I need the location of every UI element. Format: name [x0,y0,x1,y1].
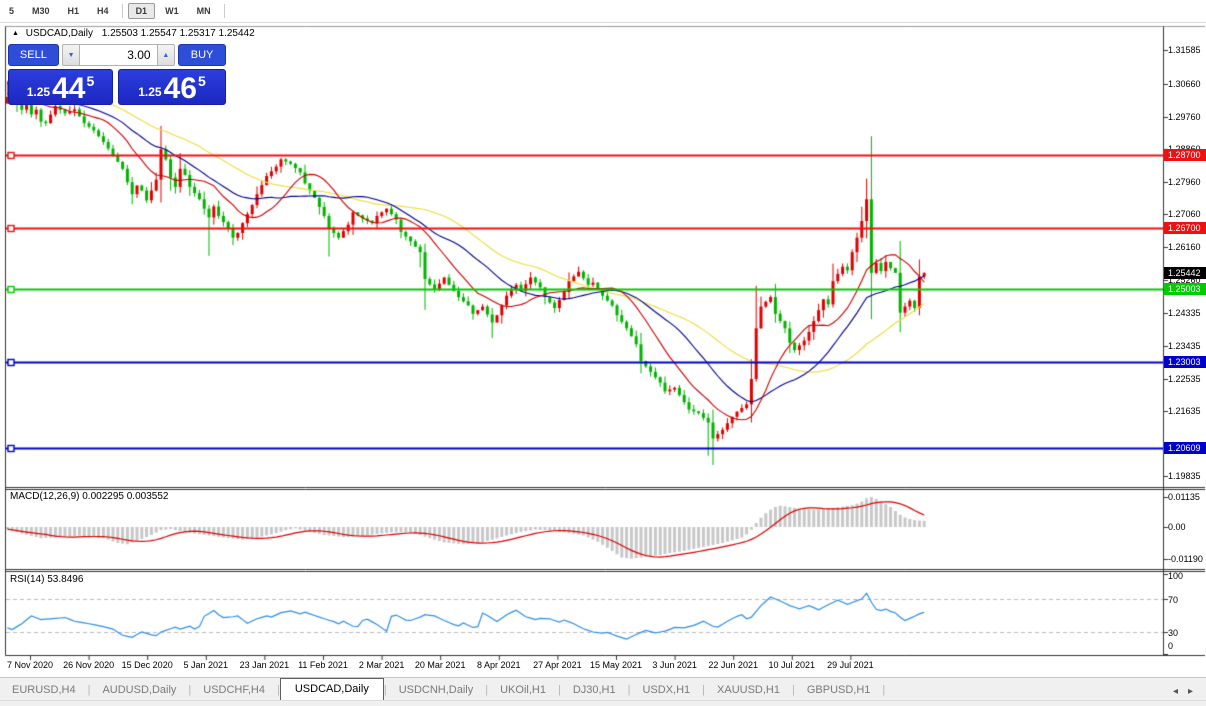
price-axis-tick: 0.00 [1168,522,1186,532]
chart-tab-xauusd[interactable]: XAUUSD,H1 [705,680,792,701]
sell-price-pips: 44 [52,72,86,105]
status-bar [0,700,1206,706]
price-axis-tick: -0.01190 [1168,553,1203,564]
chart-tab-eurusd[interactable]: EURUSD,H4 [0,680,88,701]
timeframe-button-mn[interactable]: MN [189,3,219,19]
chart-symbol-label: USDCAD,Daily [25,28,93,39]
buy-price-point: 5 [197,73,206,89]
sell-price-base: 1.25 [26,85,51,99]
trade-panel-controls: SELL ▼ 3.00 ▲ BUY [8,44,226,66]
price-line-label: 1.20609 [1164,442,1206,455]
tab-scroll-left-icon[interactable]: ◂ [1168,686,1183,697]
rsi-indicator-label: RSI(14) 53.8496 [10,574,84,585]
date-axis-label: 22 Jun 2021 [708,660,758,670]
price-axis-tick: 1.22535 [1168,373,1201,384]
price-axis-tick: 70 [1168,595,1179,605]
price-axis-tick: 1.24335 [1168,308,1201,319]
timeframe-button-m30[interactable]: M30 [24,3,58,19]
timeframe-button-d1[interactable]: D1 [127,3,156,19]
price-line-label: 1.23003 [1164,355,1206,368]
chevron-down-icon: ▼ [67,51,75,59]
volume-increase-button[interactable]: ▲ [156,44,176,66]
date-axis-label: 2 Mar 2021 [358,660,405,670]
one-click-trade-panel: SELL ▼ 3.00 ▲ BUY 1.25 44 5 1.25 46 5 [8,44,226,105]
chevron-up-icon: ▲ [162,51,170,59]
price-line-label: 1.26700 [1164,221,1206,234]
price-line-label: 1.28700 [1164,149,1206,162]
price-axis-tick: 0 [1168,641,1174,651]
toolbar-separator [223,4,225,18]
timeframe-toolbar: 5 M30 H1 H4 D1 W1 MN [0,0,1206,23]
price-axis-tick: 1.21635 [1168,406,1201,417]
price-axis-tick: 1.27960 [1168,176,1201,187]
buy-button[interactable]: BUY [178,44,226,66]
date-axis-label: 15 Dec 2020 [121,660,173,670]
price-axis[interactable]: 1.315851.306601.297601.288601.279601.270… [1164,26,1206,656]
collapse-triangle-icon[interactable]: ▲ [12,30,19,37]
price-axis-tick: 1.19835 [1168,471,1201,482]
buy-price-base: 1.25 [138,85,162,99]
macd-indicator-label: MACD(12,26,9) 0.002295 0.003552 [10,491,169,502]
tab-separator: | [882,684,886,696]
date-axis-label: 10 Jul 2021 [768,660,816,670]
price-axis-tick: 1.29760 [1168,111,1201,122]
price-axis-tick: 30 [1168,628,1179,638]
chart-tab-usdcnh[interactable]: USDCNH,Daily [387,680,486,701]
timeframe-button-w1[interactable]: W1 [157,3,187,19]
date-axis-label: 27 Apr 2021 [533,660,582,670]
trading-platform-window: 5 M30 H1 H4 D1 W1 MN ▲ USDCAD,Daily 1.25503 1.… [0,0,1206,706]
date-axis-label: 26 Nov 2020 [63,660,115,670]
price-axis-tick: 0.01135 [1168,491,1200,502]
chart-tab-dj30[interactable]: DJ30,H1 [561,680,628,701]
chart-tab-usdchf[interactable]: USDCHF,H4 [191,680,277,701]
date-axis-label: 8 Apr 2021 [477,660,521,670]
trade-panel-quotes: 1.25 44 5 1.25 46 5 [8,69,226,105]
date-axis-label: 11 Feb 2021 [298,660,348,670]
chart-tab-usdx[interactable]: USDX,H1 [630,680,702,701]
chart-ohlc-values: 1.25503 1.25547 1.25317 1.25442 [101,28,255,39]
buy-price-pips: 46 [163,72,197,105]
chart-canvas[interactable] [0,0,1206,706]
timeframe-button-5[interactable]: 5 [1,3,22,19]
price-line-label: 1.25003 [1164,283,1206,296]
date-axis-label: 29 Jul 2021 [827,660,874,670]
chart-tab-bar: EURUSD,H4 | AUDUSD,Daily | USDCHF,H4 | USDCAD,… [0,677,1206,701]
date-axis-label: 23 Jan 2021 [239,660,290,670]
sell-button[interactable]: SELL [8,44,59,66]
toolbar-separator [121,4,123,18]
price-axis-tick: 1.31585 [1168,45,1201,56]
buy-price-button[interactable]: 1.25 46 5 [118,69,226,105]
chart-tab-ukoil[interactable]: UKOil,H1 [488,680,558,701]
chart-tab-gbpusd[interactable]: GBPUSD,H1 [795,680,883,701]
date-axis-label: 20 Mar 2021 [414,660,466,670]
sell-price-button[interactable]: 1.25 44 5 [8,69,113,105]
chart-tab-usdcad[interactable]: USDCAD,Daily [279,678,384,701]
date-axis-label: 15 May 2021 [589,660,643,670]
date-axis-label: 5 Jan 2021 [183,660,229,670]
price-axis-tick: 1.23435 [1168,340,1201,351]
timeframe-button-h4[interactable]: H4 [89,3,117,19]
price-axis-tick: 1.30660 [1168,78,1201,89]
sell-price-point: 5 [86,73,95,89]
price-axis-tick: 1.27060 [1168,209,1201,220]
volume-input[interactable]: 3.00 [80,44,157,66]
price-axis-tick: 1.26160 [1168,242,1201,253]
date-axis-label: 3 Jun 2021 [652,660,697,670]
chart-title: ▲ USDCAD,Daily 1.25503 1.25547 1.25317 1… [12,28,255,39]
timeframe-button-h1[interactable]: H1 [60,3,88,19]
chart-tab-audusd[interactable]: AUDUSD,Daily [90,680,188,701]
tab-scroll-right-icon[interactable]: ▸ [1183,686,1198,697]
price-axis-tick: 100 [1168,571,1184,581]
date-axis-label: 7 Nov 2020 [6,660,54,670]
price-line-label: 1.25442 [1164,267,1206,280]
volume-decrease-button[interactable]: ▼ [61,44,81,66]
